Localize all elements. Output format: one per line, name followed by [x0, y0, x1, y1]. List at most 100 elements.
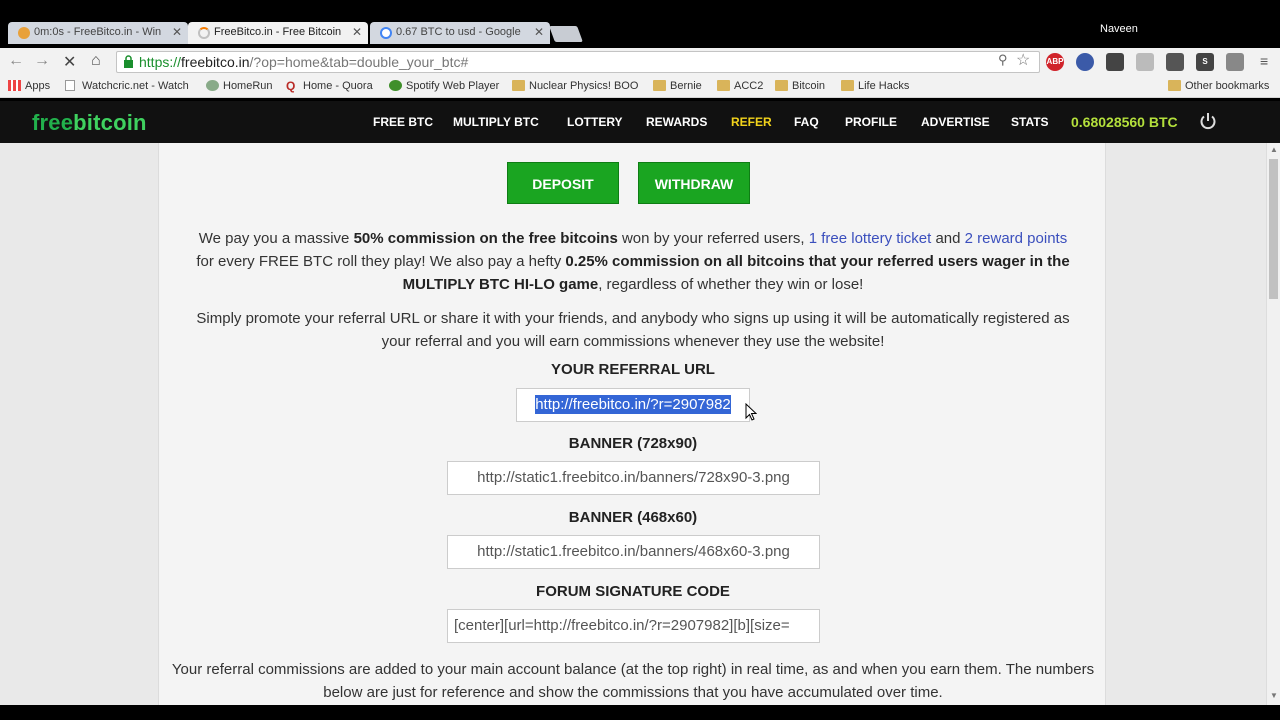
banner-728-input[interactable]: http://static1.freebitco.in/banners/728x…: [447, 461, 820, 495]
reward-points-link[interactable]: 2 reward points: [965, 230, 1068, 247]
other-bookmarks[interactable]: Other bookmarks: [1168, 80, 1269, 92]
nav-rewards[interactable]: REWARDS: [646, 115, 707, 129]
bookmark-watchcric[interactable]: Watchcric.net - Watch: [65, 80, 189, 92]
banner-728-label: BANNER (728x90): [568, 435, 698, 452]
cloud-extension-icon[interactable]: [1136, 53, 1154, 71]
bookmark-folder-bernie[interactable]: Bernie: [653, 80, 702, 92]
bookmark-folder-nuclear[interactable]: Nuclear Physics! BOO: [512, 80, 640, 92]
bottom-border: [0, 705, 1280, 720]
mouse-cursor-icon: [745, 403, 757, 421]
banner-468-input[interactable]: http://static1.freebitco.in/banners/468x…: [447, 535, 820, 569]
bookmark-label: Watchcric.net - Watch: [82, 80, 189, 92]
nav-multiply-btc[interactable]: MULTIPLY BTC: [453, 115, 539, 129]
spotify-icon: [389, 80, 402, 91]
selected-text: http://freebitco.in/?r=2907982: [535, 395, 731, 414]
cast-icon[interactable]: [1226, 53, 1244, 71]
bookmark-folder-life-hacks[interactable]: Life Hacks: [841, 80, 909, 92]
text: We pay you a massive: [198, 230, 354, 247]
nav-faq[interactable]: FAQ: [794, 115, 819, 129]
folder-icon: [512, 80, 525, 91]
loading-icon: [198, 27, 210, 39]
bookmark-label: Nuclear Physics! BOO: [529, 80, 639, 92]
forum-signature-input[interactable]: [center][url=http://freebitco.in/?r=2907…: [447, 609, 820, 643]
referral-url-input[interactable]: http://freebitco.in/?r=2907982: [516, 388, 750, 422]
bookmark-folder-bitcoin[interactable]: Bitcoin: [775, 80, 825, 92]
new-tab-button[interactable]: [549, 26, 583, 42]
bookmark-label: Home - Quora: [303, 80, 373, 92]
browser-tab-2[interactable]: FreeBitco.in - Free Bitcoin ✕: [188, 22, 368, 44]
location-icon[interactable]: ⚲: [998, 52, 1008, 68]
profile-name[interactable]: Naveen: [1100, 23, 1138, 35]
home-icon[interactable]: ⌂: [91, 52, 101, 70]
bookmark-label: HomeRun: [223, 80, 273, 92]
nav-refer[interactable]: REFER: [731, 115, 772, 129]
headphones-extension-icon[interactable]: [1106, 53, 1124, 71]
bookmark-folder-acc2[interactable]: ACC2: [717, 80, 763, 92]
bookmarks-bar: Apps Watchcric.net - Watch HomeRun Q Home…: [0, 76, 1280, 98]
browser-tabstrip: 0m:0s - FreeBitco.in - Win ✕ FreeBitco.i…: [0, 0, 1280, 48]
lock-icon: [124, 55, 133, 68]
promote-paragraph: Simply promote your referral URL or shar…: [196, 310, 1070, 350]
nav-advertise[interactable]: ADVERTISE: [921, 115, 990, 129]
bookmark-label: Bitcoin: [792, 80, 826, 92]
page-background: DEPOSIT WITHDRAW We pay you a massive 50…: [0, 143, 1266, 705]
bookmark-quora[interactable]: Q Home - Quora: [286, 79, 373, 93]
refer-panel: DEPOSIT WITHDRAW We pay you a massive 50…: [158, 143, 1106, 705]
browser-tab-3[interactable]: 0.67 BTC to usd - Google ✕: [370, 22, 550, 44]
page-scrollbar[interactable]: ▲ ▼: [1266, 143, 1280, 705]
nav-free-btc[interactable]: FREE BTC: [373, 115, 433, 129]
banner-468-label: BANNER (468x60): [568, 509, 698, 526]
browser-tab-1[interactable]: 0m:0s - FreeBitco.in - Win ✕: [8, 22, 188, 44]
site-logo[interactable]: freebitcoin: [32, 110, 147, 136]
address-bar[interactable]: https://freebitco.in/?op=home&tab=double…: [116, 51, 1040, 73]
tab-title: 0m:0s - FreeBitco.in - Win: [34, 26, 162, 38]
nav-stats[interactable]: STATS: [1011, 115, 1049, 129]
bookmark-star-icon[interactable]: ☆: [1016, 50, 1030, 70]
text: for every FREE BTC roll they play! We al…: [196, 253, 566, 270]
s-extension-icon[interactable]: S: [1196, 53, 1214, 71]
back-icon[interactable]: ←: [8, 52, 24, 70]
menu-icon[interactable]: ≡: [1260, 53, 1268, 69]
account-balance: 0.68028560 BTC: [1071, 114, 1178, 130]
bookmark-label: Spotify Web Player: [406, 80, 500, 92]
folder-icon: [841, 80, 854, 91]
scroll-up-icon[interactable]: ▲: [1270, 145, 1278, 154]
adblock-icon[interactable]: ABP: [1046, 53, 1064, 71]
bookmark-label: Apps: [25, 80, 51, 92]
deposit-button[interactable]: DEPOSIT: [507, 162, 619, 204]
commission-paragraph: We pay you a massive 50% commission on t…: [189, 227, 1077, 296]
folder-icon: [717, 80, 730, 91]
tab-title: FreeBitco.in - Free Bitcoin: [214, 26, 342, 38]
bookmark-homerun[interactable]: HomeRun: [206, 80, 273, 92]
nav-lottery[interactable]: LOTTERY: [567, 115, 623, 129]
quora-icon: Q: [286, 79, 296, 93]
stop-icon[interactable]: ✕: [63, 52, 76, 72]
google-favicon-icon: [380, 27, 392, 39]
bookmark-apps[interactable]: Apps: [8, 80, 50, 92]
bookmark-spotify[interactable]: Spotify Web Player: [389, 80, 499, 92]
bookmark-label: ACC2: [734, 80, 764, 92]
logo-part-free: free: [32, 110, 74, 135]
bitcoin-favicon-icon: [18, 27, 30, 39]
bookmark-label: Other bookmarks: [1185, 80, 1270, 92]
site-navbar: freebitcoin FREE BTC MULTIPLY BTC LOTTER…: [0, 101, 1280, 143]
globe-extension-icon[interactable]: [1076, 53, 1094, 71]
bookmark-label: Bernie: [670, 80, 702, 92]
lottery-ticket-link[interactable]: 1 free lottery ticket: [809, 230, 932, 247]
power-icon[interactable]: [1198, 111, 1218, 131]
logo-part-bitcoin: bitcoin: [73, 110, 147, 135]
page-icon: [65, 80, 75, 91]
extension-icon[interactable]: [1166, 53, 1184, 71]
scroll-down-icon[interactable]: ▼: [1270, 691, 1278, 700]
bookmark-label: Life Hacks: [858, 80, 910, 92]
url-host: freebitco.in: [181, 54, 250, 70]
close-icon[interactable]: ✕: [534, 25, 544, 39]
close-icon[interactable]: ✕: [172, 25, 182, 39]
referral-url-label: YOUR REFERRAL URL: [551, 361, 715, 378]
commission-info-paragraph: Your referral commissions are added to y…: [171, 661, 1095, 701]
scrollbar-thumb[interactable]: [1269, 159, 1278, 299]
forward-icon[interactable]: →: [34, 52, 50, 70]
close-icon[interactable]: ✕: [352, 25, 362, 39]
withdraw-button[interactable]: WITHDRAW: [638, 162, 750, 204]
nav-profile[interactable]: PROFILE: [845, 115, 897, 129]
